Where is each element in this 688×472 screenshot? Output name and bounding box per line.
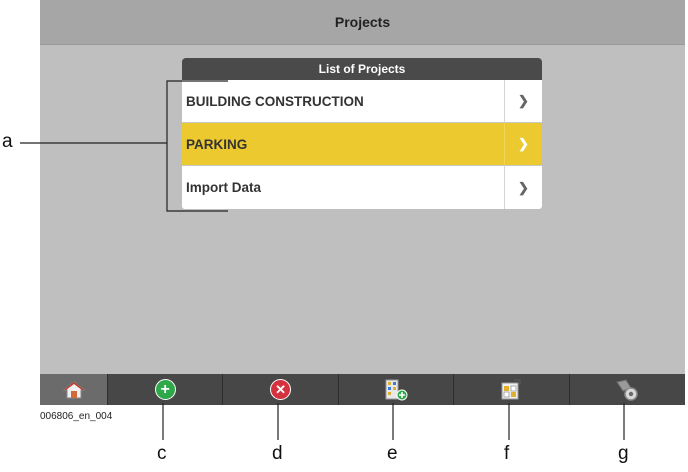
- add-button[interactable]: +: [108, 374, 224, 405]
- callout-e: e: [387, 443, 398, 464]
- settings-button[interactable]: [570, 374, 685, 405]
- edit-project-icon: [501, 378, 522, 399]
- callout-d: d: [272, 443, 283, 464]
- callout-f: f: [504, 443, 510, 464]
- device-screen: Projects List of Projects BUILDING CONST…: [40, 0, 685, 405]
- list-item-parking[interactable]: PARKING ❯: [182, 123, 542, 166]
- chevron-right-icon[interactable]: ❯: [504, 80, 542, 122]
- chevron-right-icon[interactable]: ❯: [504, 166, 542, 209]
- home-button[interactable]: [40, 374, 108, 405]
- import-data-button[interactable]: [339, 374, 455, 405]
- list-item-label: Import Data: [186, 180, 262, 195]
- delete-button[interactable]: ✕: [223, 374, 339, 405]
- add-icon: +: [154, 379, 176, 400]
- callout-a: a: [2, 131, 13, 152]
- import-data-icon: [385, 379, 408, 400]
- list-item-building-construction[interactable]: BUILDING CONSTRUCTION ❯: [182, 80, 542, 123]
- page-title: Projects: [334, 14, 391, 30]
- title-bar: Projects: [40, 0, 685, 45]
- chevron-right-icon[interactable]: ❯: [504, 123, 542, 165]
- home-icon: [62, 380, 85, 398]
- edit-project-button[interactable]: [454, 374, 570, 405]
- bottom-toolbar: + ✕: [40, 374, 685, 405]
- list-item-import-data[interactable]: Import Data ❯: [182, 166, 542, 209]
- list-item-label: PARKING: [186, 136, 248, 152]
- list-header-label: List of Projects: [318, 62, 406, 76]
- project-list: List of Projects BUILDING CONSTRUCTION ❯…: [182, 58, 542, 210]
- list-item-label: BUILDING CONSTRUCTION: [186, 93, 364, 109]
- callout-c: c: [157, 443, 167, 464]
- delete-icon: ✕: [270, 379, 292, 400]
- settings-icon: [616, 378, 638, 401]
- figure-caption: 006806_en_004: [40, 411, 113, 422]
- list-header: List of Projects: [182, 58, 542, 80]
- callout-g: g: [618, 443, 629, 464]
